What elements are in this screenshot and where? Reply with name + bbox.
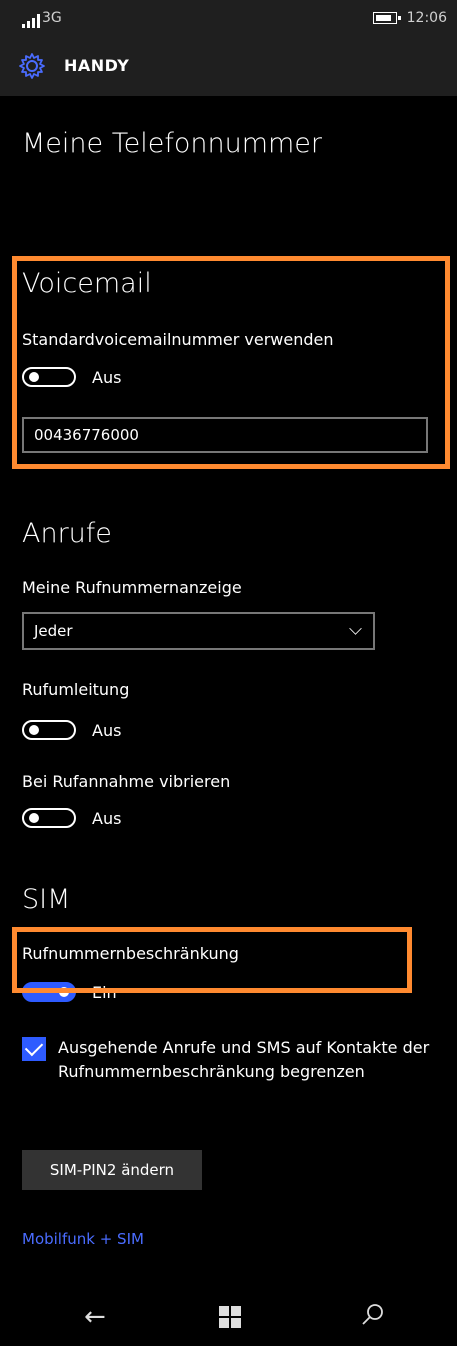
default-voicemail-toggle[interactable] — [22, 367, 76, 387]
page-title: HANDY — [64, 56, 130, 75]
clock: 12:06 — [406, 10, 447, 26]
forwarding-state: Aus — [92, 721, 122, 740]
status-bar: 3G 12:06 — [0, 0, 457, 34]
mobile-sim-link[interactable]: Mobilfunk + SIM — [22, 1230, 144, 1248]
search-icon[interactable] — [360, 1302, 386, 1328]
sim-title: SIM — [22, 884, 71, 915]
forwarding-label: Rufumleitung — [22, 680, 130, 699]
caller-id-label: Meine Rufnummernanzeige — [22, 578, 242, 597]
restrict-checkbox-label[interactable]: Ausgehende Anrufe und SMS auf Kontakte d… — [58, 1036, 438, 1084]
forwarding-toggle[interactable] — [22, 720, 76, 740]
vibrate-state: Aus — [92, 809, 122, 828]
change-pin2-button[interactable]: SIM-PIN2 ändern — [22, 1150, 202, 1190]
voicemail-title: Voicemail — [22, 268, 152, 299]
voicemail-number-input[interactable]: 00436776000 — [22, 417, 428, 453]
caller-id-select[interactable]: Jeder — [22, 612, 375, 650]
default-voicemail-label: Standardvoicemailnummer verwenden — [22, 330, 334, 349]
calls-title: Anrufe — [22, 518, 112, 549]
back-icon[interactable]: ← — [84, 1302, 106, 1332]
my-number-title[interactable]: Meine Telefonnummer — [22, 128, 322, 159]
fdn-highlight — [12, 927, 412, 993]
default-voicemail-state: Aus — [92, 368, 122, 387]
gear-icon[interactable] — [18, 52, 46, 80]
caller-id-value: Jeder — [34, 622, 73, 640]
windows-icon[interactable] — [219, 1306, 241, 1328]
vibrate-toggle[interactable] — [22, 808, 76, 828]
app-header: HANDY — [0, 34, 457, 96]
signal-icon — [22, 14, 40, 28]
battery-icon — [373, 12, 401, 24]
restrict-checkbox[interactable] — [22, 1037, 46, 1061]
vibrate-label: Bei Rufannahme vibrieren — [22, 772, 231, 791]
chevron-down-icon — [349, 622, 362, 635]
nav-bar: ← — [0, 1290, 457, 1346]
network-type: 3G — [42, 10, 62, 26]
